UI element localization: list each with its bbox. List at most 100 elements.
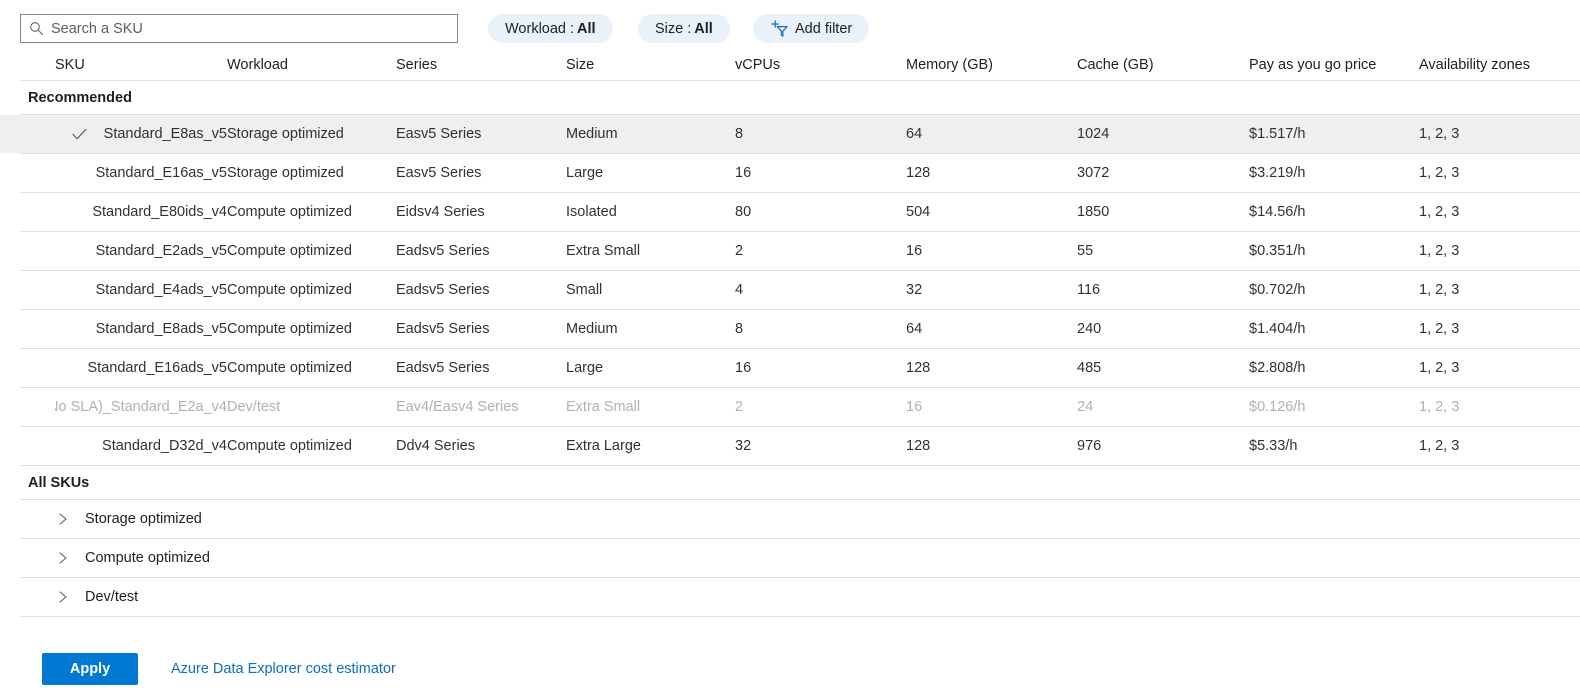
table-group-header: Recommended — [28, 89, 132, 106]
expandable-category-label: Dev/test — [85, 589, 139, 605]
table-row[interactable]: Standard_E16ads_v5 Compute optimized Eadsv… — [0, 349, 1580, 387]
all-skus-header: All SKUs — [28, 474, 90, 491]
cell-zones: 1, 2, 3 — [1419, 243, 1460, 259]
cell-sku: Standard_E8ads_v5 — [95, 321, 227, 337]
cell-cache: 3072 — [1077, 165, 1110, 181]
cell-price: $2.808/h — [1249, 360, 1306, 376]
cell-price: $0.702/h — [1249, 282, 1306, 298]
column-header-zones[interactable]: Availability zones — [1419, 50, 1579, 80]
chevron-right-icon[interactable] — [56, 589, 70, 605]
table-row[interactable]: Standard_E80ids_v4 Compute optimized Eidsv… — [0, 193, 1580, 231]
table-row[interactable]: Standard_D32d_v4 Compute optimized Ddv4 Se… — [0, 427, 1580, 465]
cell-size: Extra Large — [566, 438, 641, 454]
expandable-category-label: Storage optimized — [85, 511, 202, 527]
cell-vcpus: 16 — [735, 165, 752, 181]
expandable-category-row[interactable]: Storage optimized — [0, 500, 1580, 538]
column-header-memory[interactable]: Memory (GB) — [906, 50, 1074, 80]
cell-cache: 116 — [1077, 282, 1101, 298]
add-filter-button[interactable]: Add filter — [753, 14, 870, 43]
filter-toolbar: Workload : All Size : All Add filter — [0, 0, 1580, 57]
cell-workload: Compute optimized — [227, 360, 352, 376]
cell-series: Eadsv5 Series — [396, 243, 490, 259]
add-filter-label: Add filter — [795, 20, 853, 37]
cell-series: Eadsv5 Series — [396, 321, 490, 337]
cell-memory: 64 — [906, 321, 923, 337]
column-header-cache[interactable]: Cache (GB) — [1077, 50, 1245, 80]
expandable-category-row[interactable]: Dev/test — [0, 578, 1580, 616]
cell-zones: 1, 2, 3 — [1419, 282, 1460, 298]
column-header-vcpus[interactable]: vCPUs — [735, 50, 901, 80]
chevron-right-icon[interactable] — [56, 511, 70, 527]
cell-sku: Standard_E8as_v5 — [103, 126, 227, 142]
cell-workload: Storage optimized — [227, 126, 344, 142]
column-header-workload[interactable]: Workload — [227, 50, 393, 80]
table-row[interactable]: Standard_E8as_v5 Storage optimized Easv5 S… — [0, 115, 1580, 153]
cell-price: $0.126/h — [1249, 399, 1306, 415]
cell-zones: 1, 2, 3 — [1419, 204, 1460, 220]
cell-series: Eav4/Easv4 Series — [396, 399, 519, 415]
table-row[interactable]: Standard_E2ads_v5 Compute optimized Eadsv5… — [0, 232, 1580, 270]
column-header-price[interactable]: Pay as you go price — [1249, 50, 1415, 80]
cell-memory: 16 — [906, 399, 923, 415]
cell-workload: Compute optimized — [227, 243, 352, 259]
cell-memory: 128 — [906, 360, 931, 376]
cell-cache: 976 — [1077, 438, 1102, 454]
cell-sku: Standard_E2ads_v5 — [95, 243, 227, 259]
cost-estimator-link[interactable]: Azure Data Explorer cost estimator — [171, 661, 396, 677]
cell-price: $3.219/h — [1249, 165, 1306, 181]
add-filter-icon — [771, 19, 788, 37]
table-row[interactable]: Standard_E16as_v5 Storage optimized Easv5 … — [0, 154, 1580, 192]
cell-price: $1.517/h — [1249, 126, 1306, 142]
search-box[interactable] — [20, 14, 458, 43]
cell-size: Large — [566, 360, 604, 376]
cell-zones: 1, 2, 3 — [1419, 360, 1460, 376]
column-header-size[interactable]: Size — [566, 50, 732, 80]
cell-memory: 64 — [906, 126, 923, 142]
cell-sku: Standard_E4ads_v5 — [95, 282, 227, 298]
cell-memory: 16 — [906, 243, 923, 259]
action-footer: Apply Azure Data Explorer cost estimator — [0, 641, 1580, 697]
search-input[interactable] — [51, 20, 449, 37]
cell-zones: 1, 2, 3 — [1419, 399, 1460, 415]
filter-pill-size-value: All — [694, 20, 713, 37]
cell-price: $0.351/h — [1249, 243, 1306, 259]
cell-size: Medium — [566, 126, 618, 142]
chevron-right-icon[interactable] — [56, 550, 70, 566]
table-row[interactable]: Standard_E8ads_v5 Compute optimized Eadsv5… — [0, 310, 1580, 348]
cell-sku: Standard_E16as_v5 — [95, 165, 227, 181]
cell-cache: 1024 — [1077, 126, 1110, 142]
cell-workload: Compute optimized — [227, 282, 352, 298]
cell-size: Extra Small — [566, 243, 641, 259]
cell-sku: Standard_D32d_v4 — [102, 438, 227, 454]
cell-series: Ddv4 Series — [396, 438, 475, 454]
cell-size: Extra Small — [566, 399, 641, 415]
apply-button[interactable]: Apply — [42, 653, 138, 685]
cell-cache: 24 — [1077, 399, 1094, 415]
cell-cache: 55 — [1077, 243, 1094, 259]
cell-series: Easv5 Series — [396, 126, 482, 142]
column-header-series[interactable]: Series — [396, 50, 562, 80]
cell-price: $1.404/h — [1249, 321, 1306, 337]
column-header-sku[interactable]: SKU — [55, 50, 227, 80]
cell-vcpus: 2 — [735, 243, 744, 259]
cell-series: Eidsv4 Series — [396, 204, 485, 220]
filter-pill-workload-value: All — [577, 20, 596, 37]
expandable-category-row[interactable]: Compute optimized — [0, 539, 1580, 577]
cell-memory: 128 — [906, 438, 931, 454]
cell-zones: 1, 2, 3 — [1419, 126, 1460, 142]
cell-sku: Standard_E16ads_v5 — [87, 360, 227, 376]
cell-size: Medium — [566, 321, 618, 337]
table-header-row: SKU Workload Series Size vCPUs Memory (G… — [0, 50, 1580, 80]
cell-price: $14.56/h — [1249, 204, 1306, 220]
cell-memory: 128 — [906, 165, 931, 181]
cell-cache: 240 — [1077, 321, 1102, 337]
cell-series: Easv5 Series — [396, 165, 482, 181]
filter-pill-size[interactable]: Size : All — [638, 14, 730, 43]
cell-zones: 1, 2, 3 — [1419, 438, 1460, 454]
filter-pill-workload[interactable]: Workload : All — [488, 14, 613, 43]
table-row[interactable]: Standard_E4ads_v5 Compute optimized Eadsv5… — [0, 271, 1580, 309]
cell-memory: 32 — [906, 282, 923, 298]
cell-sku: Standard_E80ids_v4 — [92, 204, 227, 220]
cell-zones: 1, 2, 3 — [1419, 165, 1460, 181]
cell-vcpus: 16 — [735, 360, 752, 376]
